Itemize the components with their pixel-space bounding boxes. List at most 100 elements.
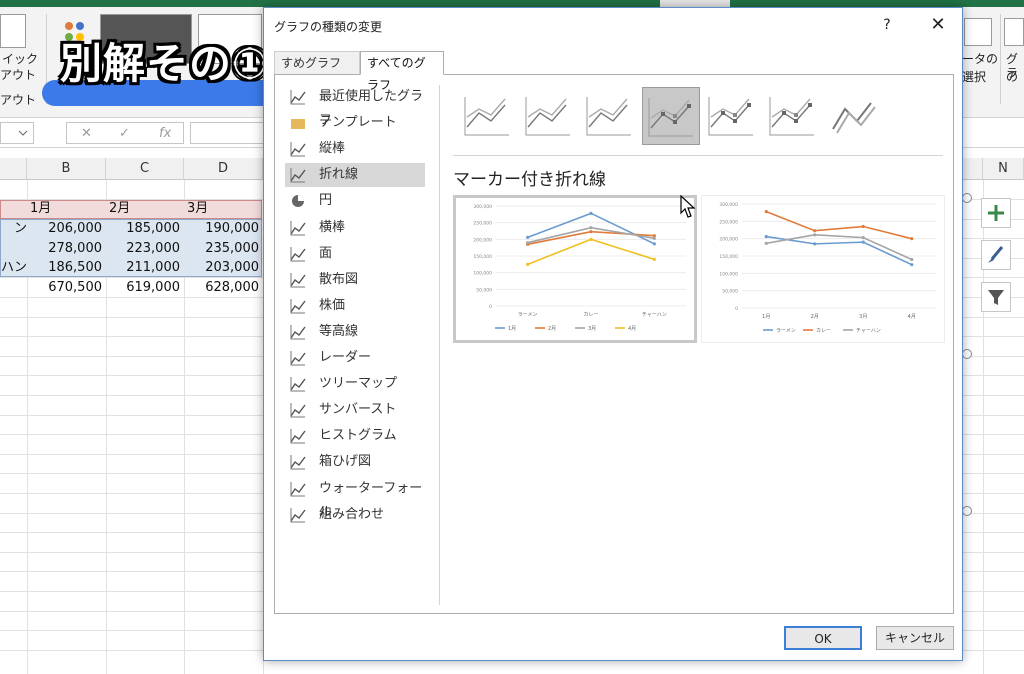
y-tick-label: 0 [735, 306, 738, 312]
quick-layout-icon[interactable] [0, 14, 26, 48]
value-cell[interactable]: 206,000 [27, 219, 106, 239]
column-header-n[interactable]: N [983, 158, 1024, 180]
recent-icon [290, 90, 306, 105]
cell-b-header[interactable]: 1月 [27, 199, 106, 219]
chart-category-item[interactable]: 折れ線 [285, 163, 425, 188]
column-header-d[interactable]: D [184, 158, 263, 180]
tab-all-charts[interactable]: すべてのグラフ [360, 51, 444, 92]
row-label-cell[interactable]: ン [0, 219, 27, 239]
column-header-gap[interactable] [963, 158, 983, 180]
chart-category-item[interactable]: 最近使用したグラフ [285, 85, 425, 128]
change-chart-type-label-2: の [1006, 70, 1019, 84]
legend-label: カレー [816, 328, 831, 334]
data-point-marker [861, 236, 865, 240]
data-point-marker [589, 211, 593, 215]
data-point-marker [652, 242, 656, 246]
chart-resize-handle[interactable] [962, 506, 972, 516]
value-cell[interactable]: 670,500 [27, 278, 106, 298]
chart-category-item[interactable]: レーダー [285, 346, 425, 370]
chart-category-item[interactable]: 円 [285, 189, 425, 213]
value-cell[interactable]: 628,000 [184, 278, 263, 298]
chart-elements-button[interactable] [981, 198, 1011, 228]
chart-category-item[interactable]: 組み合わせ [285, 503, 425, 527]
value-cell[interactable]: 185,000 [106, 219, 184, 239]
y-tick-label: 300,000 [473, 204, 492, 210]
x-tick-label: 2月 [811, 314, 819, 320]
chart-category-item[interactable]: サンバースト [285, 398, 425, 422]
chart-preview-by-item[interactable]: 300,000 250,000 200,000 150,000 100,000 50,00… [453, 195, 697, 343]
cell-d-header[interactable]: 3月 [184, 199, 263, 219]
value-cell[interactable]: 186,500 [27, 258, 106, 278]
100-stacked-line-markers-subtype-icon[interactable] [764, 87, 822, 145]
chart-category-item[interactable]: ツリーマップ [285, 372, 425, 396]
y-tick-label: 100,000 [719, 271, 738, 277]
row-label-cell[interactable] [0, 239, 27, 259]
name-box[interactable] [0, 122, 34, 144]
value-cell[interactable]: 619,000 [106, 278, 184, 298]
chart-category-label: 組み合わせ [319, 506, 385, 522]
legend-label: 3月 [588, 326, 596, 332]
chart-category-item[interactable]: 株価 [285, 294, 425, 318]
row-label-cell[interactable]: ハン [0, 258, 27, 278]
value-cell[interactable]: 223,000 [106, 239, 184, 259]
formula-input[interactable] [190, 122, 270, 144]
value-cell[interactable]: 235,000 [184, 239, 263, 259]
data-point-marker [652, 236, 656, 240]
column-header-b[interactable]: B [27, 158, 106, 180]
chart-category-label: レーダー [319, 350, 372, 365]
100-stacked-line-subtype-icon[interactable] [581, 87, 639, 145]
enter-icon[interactable]: ✓ [119, 126, 130, 141]
chart-resize-handle[interactable] [962, 193, 972, 203]
legend-label: ラーメン [776, 328, 796, 334]
chart-category-item[interactable]: ヒストグラム [285, 424, 425, 448]
y-tick-label: 200,000 [473, 237, 492, 243]
chart-filters-button[interactable] [981, 282, 1011, 312]
x-tick-label: 1月 [762, 314, 770, 320]
chart-category-item[interactable]: 等高線 [285, 320, 425, 344]
select-data-icon[interactable] [964, 18, 992, 46]
chart-category-item[interactable]: 箱ひげ図 [285, 450, 425, 474]
value-cell[interactable]: 211,000 [106, 258, 184, 278]
value-cell[interactable]: 278,000 [27, 239, 106, 259]
row-header-corner[interactable] [0, 158, 27, 180]
chart-category-item[interactable]: 面 [285, 242, 425, 266]
ok-button[interactable]: OK [784, 626, 862, 650]
chart-category-label: 箱ひげ図 [319, 454, 372, 470]
chart-category-item[interactable]: テンプレート [285, 111, 425, 135]
box-whisker-icon [290, 455, 306, 470]
area-chart-icon [290, 246, 306, 262]
chart-category-item[interactable]: ウォーターフォール [285, 477, 425, 520]
x-tick-label: 4月 [908, 314, 916, 320]
data-point-marker [861, 224, 865, 229]
line-subtype-icon[interactable] [459, 87, 517, 145]
chart-preview-by-month[interactable]: 300,000 250,000 200,000 150,000 100,000 50,00… [701, 195, 945, 343]
surface-chart-icon [290, 324, 306, 340]
chart-resize-handle[interactable] [962, 349, 972, 359]
chart-category-label: 株価 [319, 297, 346, 313]
line-markers-subtype-icon[interactable] [642, 87, 700, 145]
tab-recommended-charts[interactable]: すめグラフ [274, 51, 360, 75]
stacked-line-markers-subtype-icon[interactable] [703, 87, 761, 145]
close-button[interactable]: ✕ [924, 14, 952, 36]
chart-category-label: 折れ線 [319, 167, 359, 183]
help-button[interactable]: ? [876, 14, 898, 36]
change-chart-type-icon[interactable] [1004, 18, 1024, 46]
cell-c-header[interactable]: 2月 [106, 199, 184, 219]
column-header-c[interactable]: C [106, 158, 184, 180]
value-cell[interactable]: 190,000 [184, 219, 263, 239]
fx-icon[interactable]: fx [159, 126, 171, 141]
cancel-button[interactable]: キャンセル [876, 626, 954, 650]
row-label-cell[interactable] [0, 278, 27, 298]
y-tick-label: 250,000 [719, 219, 738, 225]
chart-category-item[interactable]: 横棒 [285, 216, 425, 240]
3d-line-subtype-icon[interactable] [825, 87, 883, 145]
stacked-line-subtype-icon[interactable] [520, 87, 578, 145]
chart-category-item[interactable]: 縦棒 [285, 137, 425, 161]
cancel-icon[interactable]: ✕ [81, 126, 92, 141]
value-cell[interactable]: 203,000 [184, 258, 263, 278]
chart-category-item[interactable]: 散布図 [285, 268, 425, 292]
template-folder-icon [291, 119, 305, 130]
chart-styles-button[interactable] [981, 240, 1011, 270]
x-tick-label: ラーメン [518, 312, 538, 318]
data-point-marker [764, 210, 768, 214]
